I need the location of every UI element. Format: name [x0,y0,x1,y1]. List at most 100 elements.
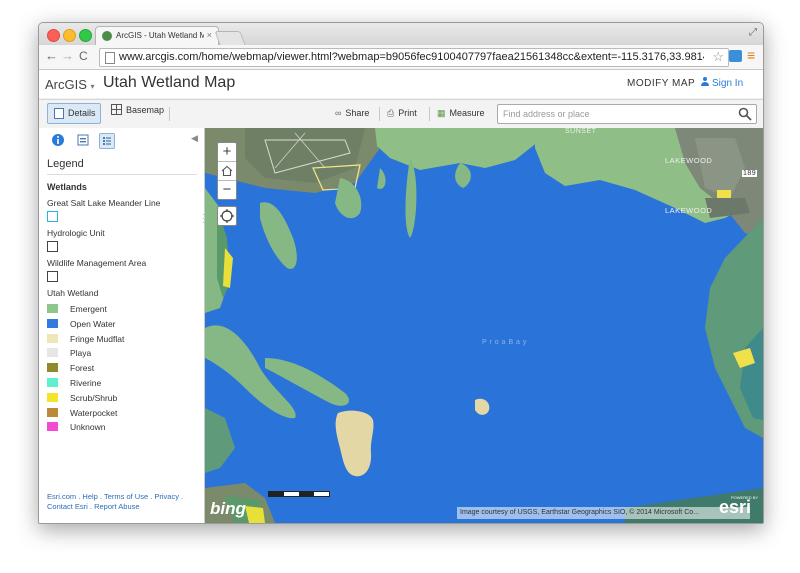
map-place-label: LAKEWOOD [665,206,713,215]
print-button[interactable]: ⎙ Print [387,108,417,119]
about-info-icon[interactable] [51,133,65,147]
ruler-icon: ▦ [437,108,446,118]
legend-swatch [47,348,58,358]
minimize-window-button[interactable] [63,29,76,42]
home-icon [221,165,233,177]
layer-hydrologic-unit-label: Hydrologic Unit [47,228,105,238]
tab-title: ArcGIS - Utah Wetland Ma [116,31,204,40]
share-label: Share [345,108,370,118]
url-text[interactable]: www.arcgis.com/home/webmap/viewer.html?w… [119,51,704,63]
map-place-label: SUNSET [565,128,597,135]
legend-swatch [47,333,58,343]
title-bar: ArcGIS - Utah Wetland Ma × ⤢ [39,23,763,46]
legend-swatch [47,318,58,328]
divider [429,107,430,121]
legend-class-label: Unknown [70,422,106,433]
legend-class-label: Fringe Mudflat [70,333,125,344]
map-canvas [205,128,763,523]
layer-meander-line-label: Great Salt Lake Meander Line [47,198,161,208]
measure-button[interactable]: ▦ Measure [437,108,485,119]
zoom-in-button[interactable]: + [218,143,236,162]
meander-line-symbol [47,211,58,222]
modify-map-link[interactable]: MODIFY MAP [627,78,695,89]
arcgis-favicon-icon [102,31,112,41]
bing-logo: bing [210,499,246,518]
route-shield: 189 [742,170,758,177]
footer-links[interactable]: Esri.com . Help . Terms of Use . Privacy… [47,492,183,501]
legend-swatch [47,304,58,313]
page-icon [105,52,115,64]
map-place-label: LAKEWOOD [665,156,713,165]
legend-class-label: Riverine [70,378,102,388]
basemap-button[interactable]: Basemap [111,104,164,122]
measure-label: Measure [449,108,485,118]
legend-swatch [47,363,58,373]
legend-swatch [47,392,58,402]
locate-button[interactable] [217,206,237,226]
legend-class-label: Playa [70,348,92,359]
search-input[interactable] [498,105,733,123]
maximize-window-button[interactable] [79,29,92,42]
bookmark-star-icon[interactable]: ☆ [712,49,724,65]
print-label: Print [398,108,417,118]
legend-list-icon[interactable] [99,133,115,149]
divider [379,107,380,121]
reload-icon[interactable]: C [79,49,88,63]
browser-menu-icon[interactable]: ≡ [747,48,755,62]
browser-toolbar: ← → C www.arcgis.com/home/webmap/viewer.… [39,45,763,70]
basemap-grid-icon [111,104,122,115]
brand-label: ArcGIS [45,77,87,92]
map-water-label: P r o a B a y [482,339,527,346]
extension-icon[interactable] [729,50,742,62]
footer-links-2[interactable]: Contact Esri . Report Abuse [47,502,140,511]
arcgis-menu[interactable]: ArcGIS ▾ [45,77,95,92]
side-panel: ◀ Legend Wetlands Great Salt Lake Meande… [39,128,205,523]
share-link-icon: ∞ [335,108,342,118]
zoom-out-button[interactable]: − [218,181,236,199]
map-attribution: Image courtesy of USGS, Earthstar Geogra… [457,507,750,519]
wildlife-area-symbol [47,271,58,282]
address-bar[interactable]: www.arcgis.com/home/webmap/viewer.html?w… [99,48,729,67]
divider [47,174,197,175]
legend-class-label: Emergent [70,304,107,314]
search-icon[interactable] [738,107,752,121]
wetlands-group-title: Wetlands [47,182,87,192]
legend-class-label: Scrub/Shrub [70,392,118,403]
details-label: Details [68,108,96,118]
esri-logo[interactable]: esri [719,497,751,518]
legend-swatch [47,407,58,417]
sign-in-link[interactable]: Sign In [701,77,743,89]
legend-class-label: Open Water [70,318,116,329]
sign-in-label: Sign In [712,78,744,89]
browser-tab[interactable]: ArcGIS - Utah Wetland Ma × [95,26,219,46]
layer-utah-wetland-label: Utah Wetland [47,288,99,298]
map-view[interactable]: SUNSET LAKEWOOD LAKEWOOD P r o a B a y 1… [205,128,763,523]
app-header: ArcGIS ▾ Utah Wetland Map MODIFY MAP Sig… [39,70,763,98]
new-tab-button[interactable] [214,31,246,45]
collapse-panel-icon[interactable]: ◀ [191,133,198,144]
close-window-button[interactable] [47,29,60,42]
browser-window: ArcGIS - Utah Wetland Ma × ⤢ ← → C www.a… [38,22,764,524]
basemap-label: Basemap [126,105,165,115]
legend-swatch [47,422,58,432]
panel-tabs: ◀ [39,128,204,152]
divider [169,107,170,121]
forward-icon[interactable]: → [61,49,74,63]
user-icon [701,77,709,86]
map-toolbar: Details Basemap ∞ Share ⎙ Print ▦ Measure [39,99,763,129]
details-button[interactable]: Details [47,103,101,124]
content-icon[interactable] [76,133,90,147]
home-button[interactable] [218,162,236,181]
zoom-control: + − [217,142,237,200]
crosshair-icon [220,209,234,223]
back-icon[interactable]: ← [45,49,58,63]
legend-title: Legend [47,158,84,170]
fullscreen-icon[interactable]: ⤢ [749,27,757,38]
legend-swatch [47,378,58,387]
details-icon [54,108,64,119]
share-button[interactable]: ∞ Share [335,108,369,118]
search-box [497,104,757,124]
printer-icon: ⎙ [387,108,395,118]
tab-close-icon[interactable]: × [207,30,212,40]
hydrologic-unit-symbol [47,241,58,252]
